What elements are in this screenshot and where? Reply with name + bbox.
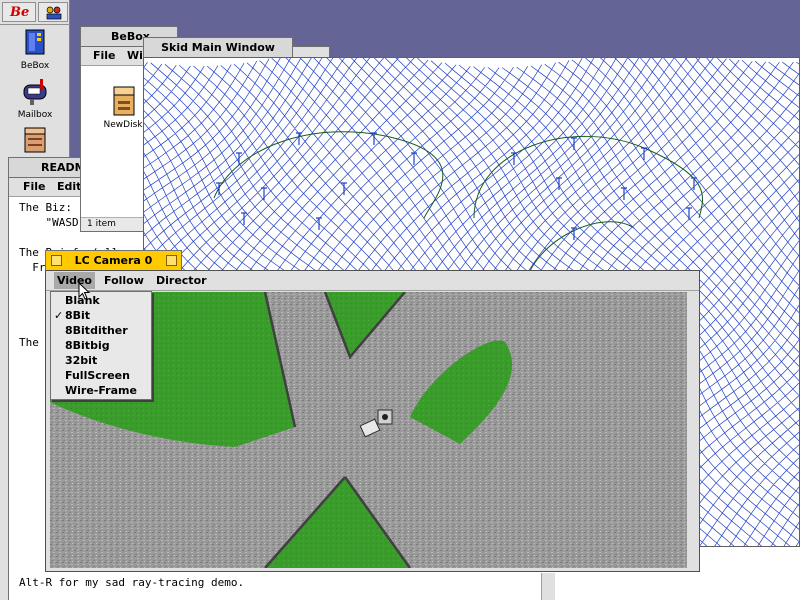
skid-window-tab[interactable]: Skid Main Window	[143, 37, 293, 57]
deskbar-item-label: BeBox	[20, 61, 50, 71]
bebox-menu-file[interactable]: File	[93, 47, 116, 65]
team-icon	[46, 6, 62, 20]
car-wheel	[382, 414, 388, 420]
readme-window-title: READM	[41, 161, 86, 174]
camera-zoom-box[interactable]	[166, 255, 177, 266]
camera-menu-follow[interactable]: Follow	[104, 272, 144, 290]
bebox-icon	[25, 29, 45, 55]
readme-window-tab[interactable]: READM	[8, 157, 86, 177]
video-menu-item-blank[interactable]: Blank	[51, 293, 151, 308]
video-menu-item-label: 8Bit	[65, 309, 91, 322]
bebox-item-count: 1 item	[87, 219, 116, 229]
video-menu-item-label: 8Bitbig	[65, 339, 110, 352]
checkmark-icon: ✓	[54, 309, 64, 322]
mailbox-icon	[23, 79, 47, 105]
disk-icon	[113, 86, 135, 116]
apps-icon	[24, 127, 46, 153]
video-menu-item-fullscreen[interactable]: FullScreen	[51, 368, 151, 383]
mouse-pointer-icon	[78, 282, 91, 300]
bebox-status-bar: 1 item	[81, 217, 145, 231]
video-menu-item-8bitbig[interactable]: 8Bitbig	[51, 338, 151, 353]
camera-window-title: LC Camera 0	[74, 254, 153, 267]
be-logo-label: Be	[10, 5, 30, 20]
readme-menu-file[interactable]: File	[23, 178, 46, 196]
bebox-menu-window[interactable]: Wi	[127, 47, 143, 65]
deskbar-item-apps[interactable]	[10, 120, 60, 160]
readme-menu-edit[interactable]: Edit	[57, 178, 81, 196]
video-menu-item-wire-frame[interactable]: Wire-Frame	[51, 383, 151, 398]
camera-close-box[interactable]	[51, 255, 62, 266]
deskbar-item-mailbox[interactable]: Mailbox	[10, 73, 60, 120]
camera-window-tab[interactable]: LC Camera 0	[45, 250, 182, 270]
deskbar-item-label: Mailbox	[17, 110, 53, 120]
deskbar-apps-button[interactable]	[38, 2, 68, 22]
readme-scrollbar[interactable]	[541, 573, 555, 600]
newdisk-label: NewDisk	[103, 120, 143, 130]
readme-text-line	[19, 590, 800, 600]
camera-menu-director[interactable]: Director	[156, 272, 207, 290]
video-menu-item-8bit[interactable]: ✓ 8Bit	[51, 308, 151, 323]
video-menu-item-label: 8Bitdither	[65, 324, 128, 337]
be-menu-button[interactable]: Be	[2, 2, 36, 22]
video-menu-item-label: FullScreen	[65, 369, 130, 382]
video-menu-item-label: 32bit	[65, 354, 98, 367]
video-menu-item-8bitdither[interactable]: 8Bitdither	[51, 323, 151, 338]
video-menu-item-label: Wire-Frame	[65, 384, 137, 397]
readme-text-line: Alt-R for my sad ray-tracing demo.	[19, 576, 245, 589]
video-dropdown-menu: Blank ✓ 8Bit 8Bitdither 8Bitbig 32bit FullScre…	[50, 291, 152, 400]
deskbar-item-bebox[interactable]: BeBox	[10, 24, 60, 71]
video-menu-item-32bit[interactable]: 32bit	[51, 353, 151, 368]
camera-menubar: Video Follow Director	[46, 271, 699, 291]
skid-window-title: Skid Main Window	[161, 41, 275, 54]
newdisk-volume[interactable]: NewDisk	[101, 85, 145, 130]
